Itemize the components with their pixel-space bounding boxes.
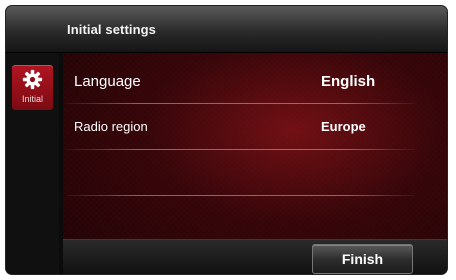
sidebar-tab-initial[interactable]: Initial [12,65,53,110]
page-title: Initial settings [67,22,157,37]
device-screen: Initial settings Initial Language Englis… [6,6,447,274]
bottom-bar: Finish [63,239,447,274]
setting-row-radio-region[interactable]: Radio region Europe [63,110,415,143]
row-divider [67,103,415,104]
sidebar: Initial [6,53,59,274]
finish-button[interactable]: Finish [312,244,413,274]
title-bar: Initial settings [6,6,447,53]
setting-value: English [321,73,376,90]
setting-value: Europe [321,119,366,134]
sidebar-tab-label: Initial [21,94,43,104]
row-divider [67,149,415,150]
settings-panel: Language English Radio region Europe Fin… [63,53,447,274]
setting-label: Language [74,73,141,90]
setting-row-language[interactable]: Language English [63,64,415,97]
row-divider [67,195,415,196]
setting-label: Radio region [74,119,148,134]
gear-icon [22,69,43,90]
